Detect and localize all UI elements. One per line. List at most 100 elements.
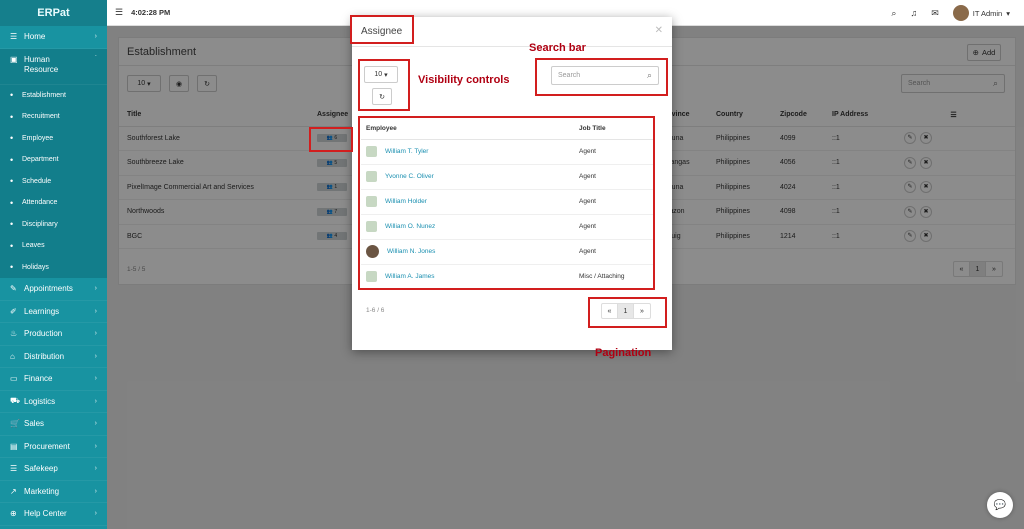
bullet-icon: • — [10, 90, 14, 101]
sidebar-item-distribution[interactable]: ⌂ Distribution › — [0, 346, 107, 368]
sidebar-subitem-employee[interactable]: • Employee — [0, 127, 107, 149]
user-name: IT Admin — [972, 8, 1003, 18]
sidebar-subitem-schedule[interactable]: • Schedule — [0, 170, 107, 192]
safekeep-icon: ☰ — [10, 464, 18, 474]
sidebar-subitem-department[interactable]: • Department — [0, 149, 107, 171]
sidebar-subitem-attendance[interactable]: • Attendance — [0, 192, 107, 214]
sidebar-item-label: Human Resource — [24, 54, 59, 74]
sidebar-item-label: Sales — [24, 419, 45, 429]
sidebar-subitem-label: Recruitment — [22, 113, 60, 121]
production-icon: ♨ — [10, 329, 18, 339]
chevron-right-icon: › — [94, 330, 97, 338]
bullet-icon: • — [10, 240, 14, 251]
annotation-box-assignee-badge — [309, 127, 353, 152]
sidebar-item-label: Home — [24, 32, 46, 42]
chat-button[interactable]: 💬 — [987, 492, 1013, 518]
bell-icon[interactable]: ♫ — [910, 8, 917, 18]
learnings-icon: ✐ — [10, 306, 17, 316]
sidebar-item-label: Learnings — [24, 306, 60, 316]
sidebar-item-finance[interactable]: ▭ Finance › — [0, 368, 107, 391]
annotation-box-title — [350, 15, 414, 44]
chevron-right-icon: › — [94, 442, 97, 450]
app-logo[interactable]: ERPat — [0, 0, 107, 26]
annotation-visibility-controls: Visibility controls — [418, 74, 510, 86]
sales-icon: 🛒 — [10, 419, 20, 429]
sidebar-item-procurement[interactable]: ▤ Procurement › — [0, 436, 107, 458]
appointments-icon: ✎ — [10, 284, 17, 294]
sidebar-item-logistics[interactable]: ⛟ Logistics › — [0, 391, 107, 413]
chevron-right-icon: › — [94, 397, 97, 405]
sidebar-item-label: Help Center — [24, 509, 67, 519]
chevron-right-icon: › — [94, 510, 97, 518]
sidebar-subitem-recruitment[interactable]: • Recruitment — [0, 106, 107, 128]
caret-down-icon: ▾ — [1006, 8, 1010, 18]
sidebar-item-label: Safekeep — [24, 464, 58, 474]
finance-icon: ▭ — [10, 374, 18, 384]
sidebar-subitem-label: Attendance — [22, 199, 58, 207]
sidebar-item-label: Procurement — [24, 441, 70, 451]
annotation-box-table — [358, 116, 655, 290]
sidebar-subitem-label: Schedule — [22, 177, 52, 185]
sidebar-subitem-label: Employee — [22, 134, 54, 142]
annotation-pagination: Pagination — [595, 347, 652, 359]
sidebar: ERPat ☰ Home › ▣ Human Resource ˇ • Estab… — [0, 0, 107, 529]
bullet-icon: • — [10, 133, 14, 144]
sidebar-item-safekeep[interactable]: ☰ Safekeep › — [0, 458, 107, 481]
sidebar-subitem-label: Holidays — [22, 263, 49, 271]
sidebar-item-label: Finance — [24, 374, 53, 384]
sidebar-item-sales[interactable]: 🛒 Sales › — [0, 413, 107, 436]
sidebar-item-label: Marketing — [24, 486, 60, 496]
sidebar-item-human-resource[interactable]: ▣ Human Resource ˇ — [0, 48, 107, 85]
bullet-icon: • — [10, 111, 14, 122]
help-center-icon: ⊕ — [10, 509, 17, 519]
distribution-icon: ⌂ — [10, 351, 15, 361]
chevron-right-icon: › — [94, 420, 97, 428]
sidebar-item-production[interactable]: ♨ Production › — [0, 323, 107, 346]
user-menu[interactable]: IT Admin ▾ — [952, 5, 1010, 21]
briefcase-icon: ▣ — [10, 54, 18, 64]
avatar — [952, 5, 969, 21]
sidebar-item-label: Appointments — [24, 284, 73, 294]
sidebar-subitem-leaves[interactable]: • Leaves — [0, 235, 107, 257]
sidebar-subitem-disciplinary[interactable]: • Disciplinary — [0, 213, 107, 235]
annotation-search-bar: Search bar — [529, 42, 586, 54]
menu-toggle-icon[interactable]: ☰ — [115, 7, 123, 18]
home-icon: ☰ — [10, 32, 18, 42]
sidebar-item-home[interactable]: ☰ Home › — [0, 26, 107, 49]
annotation-box-search-bar — [535, 58, 668, 96]
sidebar-item-marketing[interactable]: ↗ Marketing › — [0, 481, 107, 503]
chevron-right-icon: › — [94, 285, 97, 293]
annotation-box-visibility-controls — [358, 59, 410, 111]
annotation-box-pagination — [588, 297, 667, 328]
sidebar-subitem-label: Establishment — [22, 91, 66, 99]
clock: 4:02:28 PM — [131, 8, 171, 17]
chevron-right-icon: › — [94, 487, 97, 495]
sidebar-item-label: Logistics — [24, 396, 56, 406]
chevron-right-icon: › — [94, 307, 97, 315]
sidebar-subitem-label: Leaves — [22, 242, 45, 250]
sidebar-subitem-label: Department — [22, 156, 59, 164]
chevron-right-icon: › — [94, 352, 97, 360]
bullet-icon: • — [10, 262, 14, 273]
chevron-down-icon: ˇ — [94, 54, 97, 62]
procurement-icon: ▤ — [10, 441, 18, 451]
sidebar-item-learnings[interactable]: ✐ Learnings › — [0, 301, 107, 323]
modal-table-footer: 1-6 / 6 — [366, 307, 385, 314]
close-icon[interactable]: ✕ — [655, 25, 663, 36]
bullet-icon: • — [10, 154, 14, 165]
sidebar-subitem-establishment[interactable]: • Establishment — [0, 84, 107, 106]
sidebar-item-appointments[interactable]: ✎ Appointments › — [0, 278, 107, 301]
search-icon[interactable]: ⌕ — [891, 8, 896, 19]
sidebar-subitem-label: Disciplinary — [22, 220, 58, 228]
bullet-icon: • — [10, 197, 14, 208]
mail-icon[interactable]: ✉ — [931, 8, 939, 19]
logo-text: ERPat — [37, 7, 70, 19]
logistics-icon: ⛟ — [10, 396, 21, 406]
chevron-right-icon: › — [94, 33, 97, 41]
chat-icon: 💬 — [993, 499, 1007, 511]
sidebar-subitem-holidays[interactable]: • Holidays — [0, 256, 107, 278]
divider — [352, 46, 672, 47]
sidebar-item-help-center[interactable]: ⊕ Help Center › — [0, 503, 107, 526]
chevron-right-icon: › — [94, 375, 97, 383]
bullet-icon: • — [10, 219, 14, 230]
